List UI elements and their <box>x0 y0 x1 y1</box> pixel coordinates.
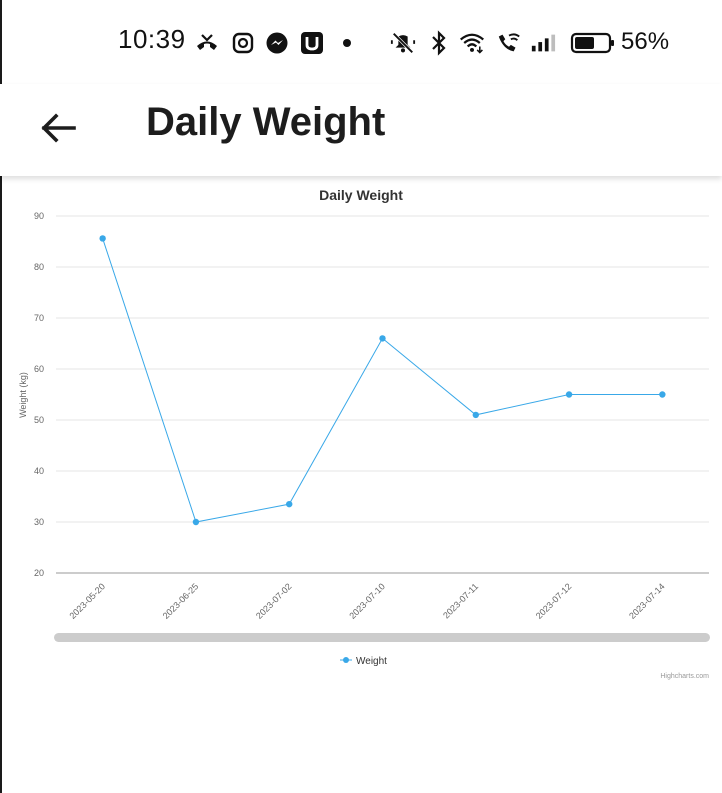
grid-lines <box>56 215 709 523</box>
chart-credits[interactable]: Highcharts.com <box>660 673 709 680</box>
battery-icon <box>570 30 616 56</box>
wifi-icon <box>459 30 485 56</box>
notification-dot-icon <box>334 30 360 56</box>
y-tick-label: 40 <box>34 466 44 476</box>
x-tick-label: 2023-07-14 <box>627 581 667 621</box>
x-tick-label: 2023-07-02 <box>254 581 294 621</box>
y-tick-label: 70 <box>34 313 44 323</box>
chart-container: Daily Weight 20 30 40 50 60 70 80 90 Weight (kg… <box>0 176 722 696</box>
y-axis-title: Weight (kg) <box>18 372 28 418</box>
bluetooth-icon <box>426 30 452 56</box>
x-tick-label: 2023-07-10 <box>347 581 387 621</box>
missed-call-icon <box>194 30 220 56</box>
y-tick-label: 90 <box>34 211 44 221</box>
y-axis-ticks: 20 30 40 50 60 70 80 90 <box>34 211 44 578</box>
series-weight[interactable] <box>99 235 666 526</box>
series-line[interactable] <box>102 238 663 523</box>
chart-title: Daily Weight <box>319 187 403 203</box>
camera-app-icon <box>230 30 256 56</box>
x-tick-label: 2023-07-11 <box>441 581 480 620</box>
y-tick-label: 60 <box>34 364 44 374</box>
back-button[interactable] <box>30 100 86 156</box>
data-point[interactable] <box>565 391 573 398</box>
status-time: 10:39 <box>118 24 186 54</box>
app-bar: Daily Weight <box>0 84 722 176</box>
data-point[interactable] <box>99 235 106 242</box>
chart-legend[interactable]: Weight <box>340 656 387 667</box>
signal-icon <box>530 30 556 56</box>
battery-percentage: 56% <box>621 28 670 55</box>
data-point[interactable] <box>286 500 293 508</box>
app-screen: 10:39 56% Daily Weight Daily Weight 20 3… <box>0 0 722 793</box>
x-tick-label: 2023-05-20 <box>67 581 107 621</box>
data-point[interactable] <box>659 391 666 398</box>
status-bar: 10:39 56% <box>0 0 722 84</box>
y-tick-label: 80 <box>34 262 44 272</box>
wifi-calling-icon <box>496 30 522 56</box>
legend-marker-symbol <box>343 657 349 663</box>
x-axis-ticks: 2023-05-20 2023-06-25 2023-07-02 2023-07-10… <box>67 581 666 621</box>
y-tick-label: 50 <box>34 415 44 425</box>
u-app-icon <box>299 30 325 56</box>
mute-icon <box>390 30 416 56</box>
page-title: Daily Weight <box>146 100 386 144</box>
y-tick-label: 20 <box>34 568 44 578</box>
arrow-left-icon <box>41 113 76 143</box>
x-tick-label: 2023-06-25 <box>161 581 201 621</box>
data-point[interactable] <box>472 411 479 419</box>
y-tick-label: 30 <box>34 517 44 527</box>
chart-scrollbar[interactable] <box>54 633 710 642</box>
x-tick-label: 2023-07-12 <box>534 581 574 621</box>
messenger-icon <box>264 30 290 56</box>
data-point[interactable] <box>192 518 200 526</box>
data-point[interactable] <box>379 335 386 342</box>
line-chart: Daily Weight 20 30 40 50 60 70 80 90 Weight (kg… <box>18 187 710 680</box>
legend-label: Weight <box>356 656 387 667</box>
